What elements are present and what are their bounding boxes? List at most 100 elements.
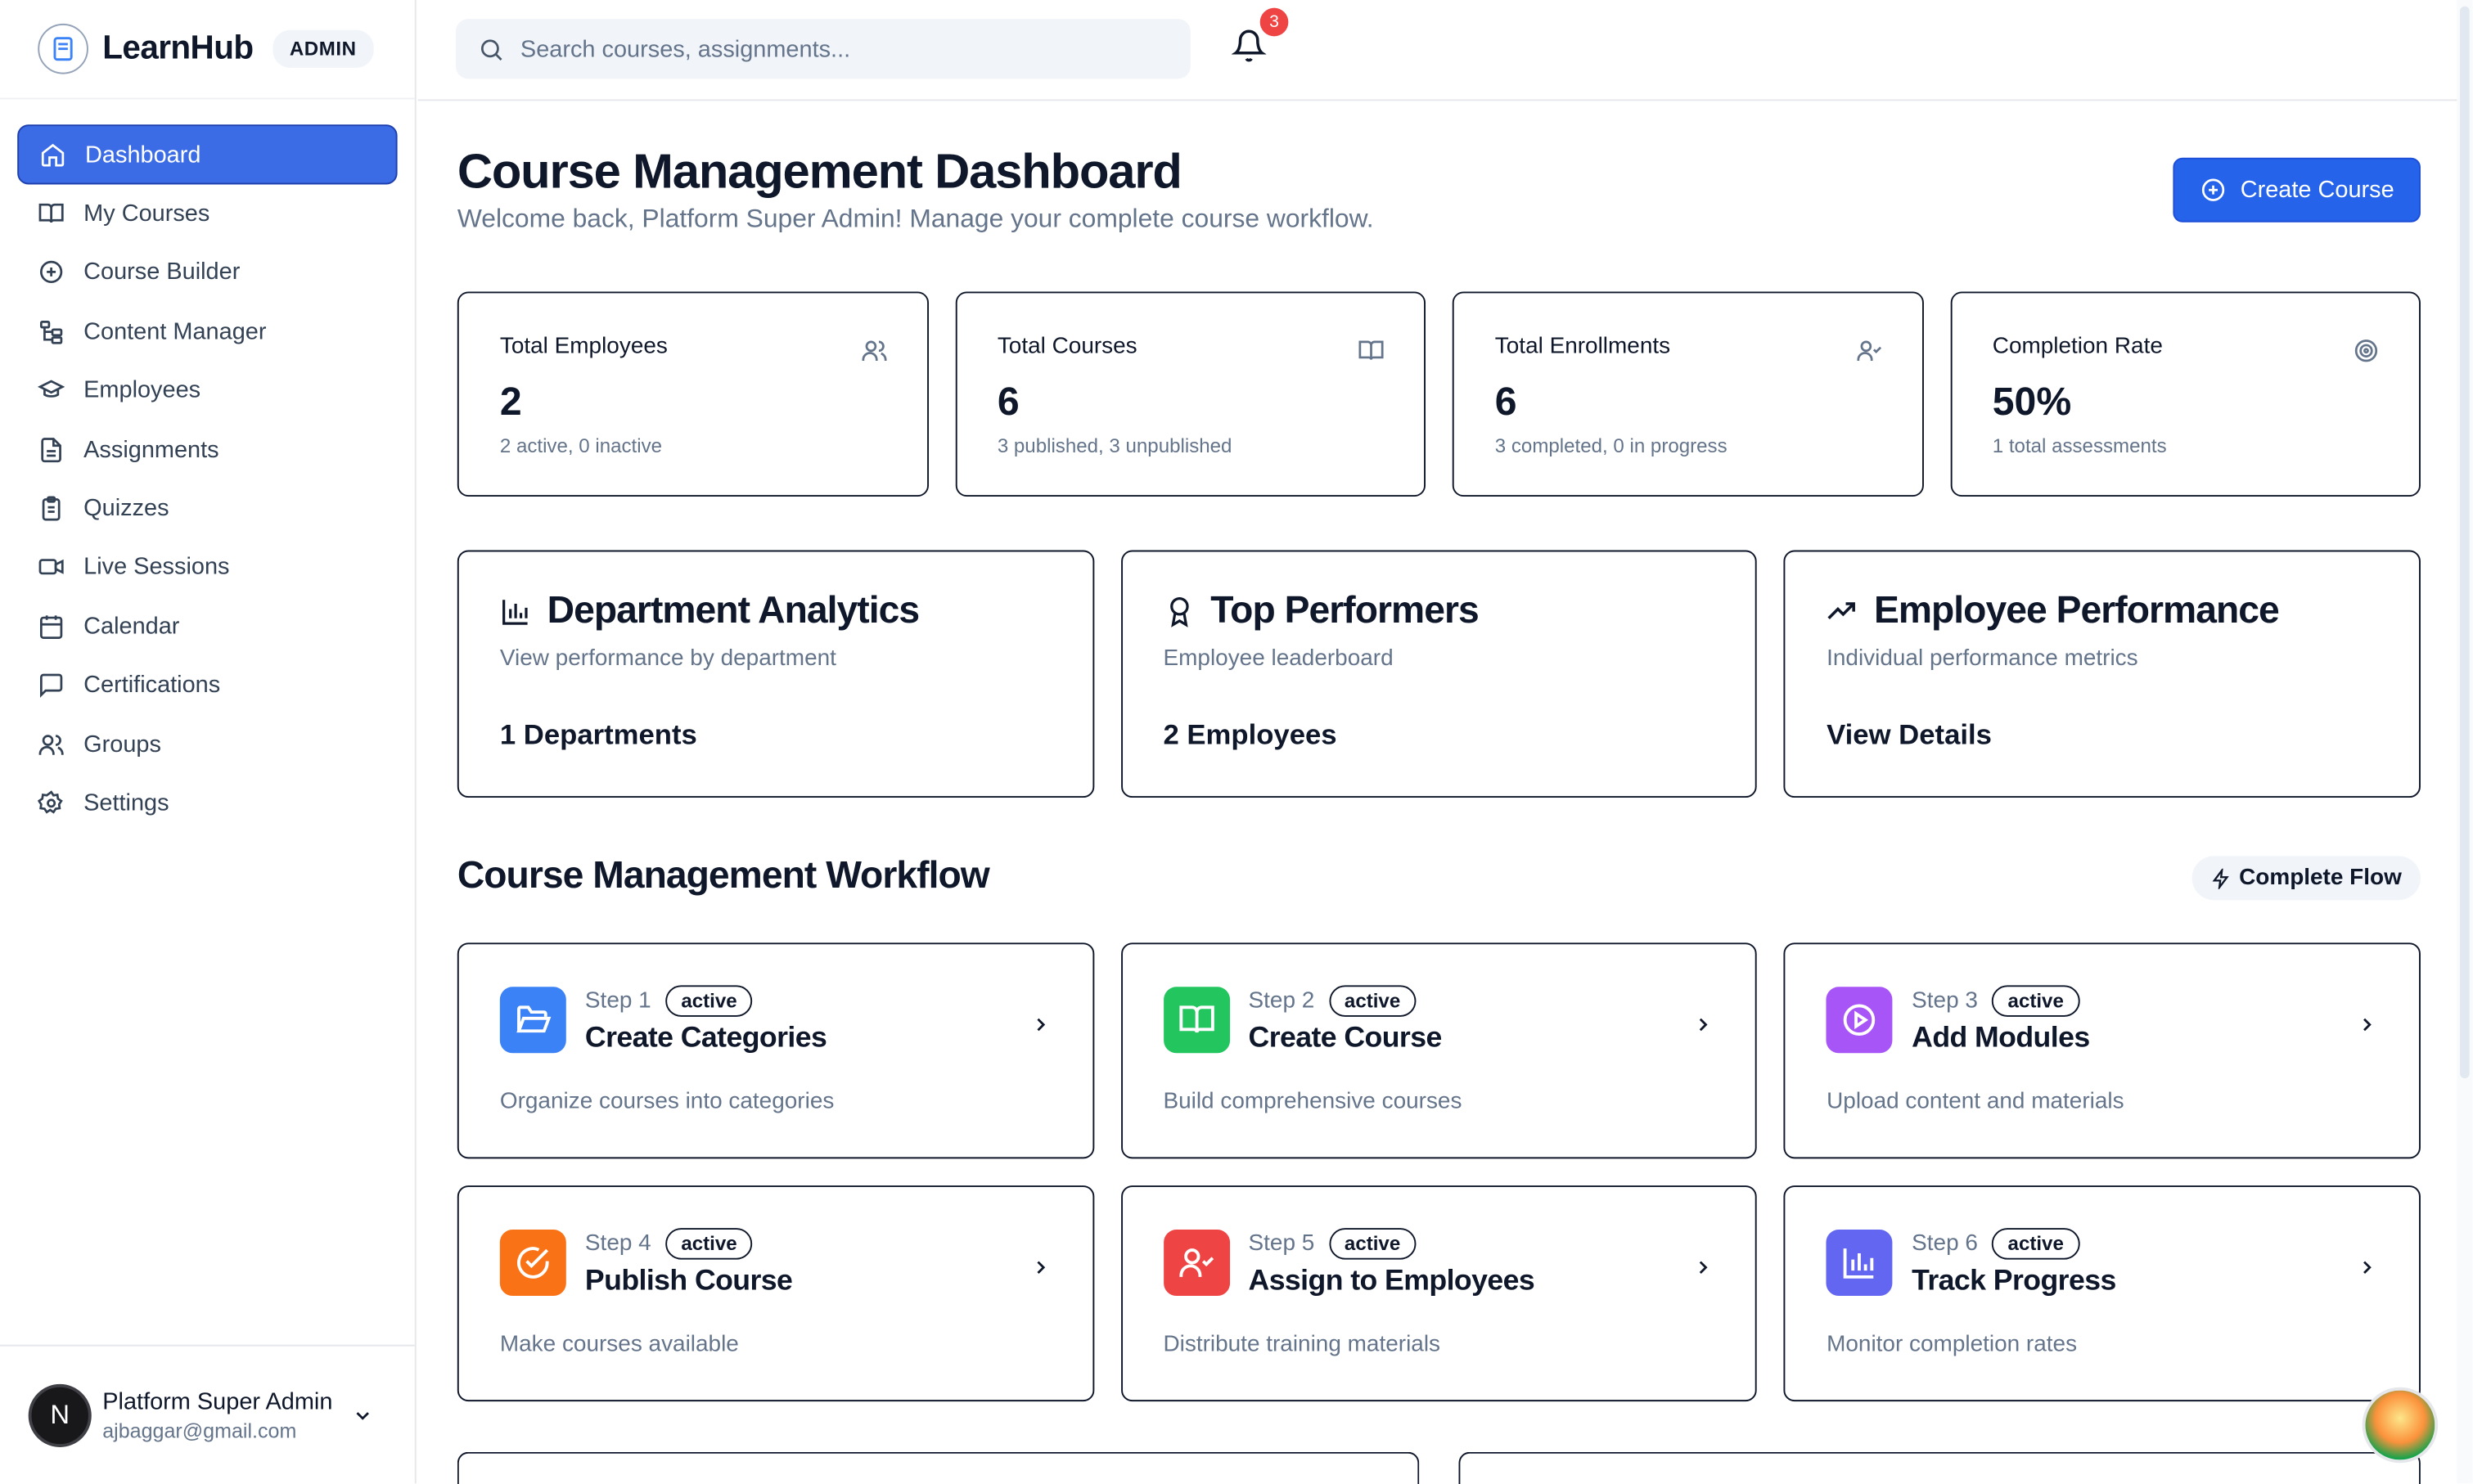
- card-title: Employee Performance: [1873, 589, 2280, 632]
- sidebar-item-settings[interactable]: Settings: [17, 773, 397, 833]
- chevron-right-icon[interactable]: [1029, 1014, 1052, 1036]
- step-description: Monitor completion rates: [1827, 1332, 2078, 1358]
- workflow-step-publish-course[interactable]: Step 4 active Publish Course Make courses…: [457, 1185, 1094, 1402]
- user-check-icon: [1856, 340, 1881, 362]
- trending-up-icon: [1828, 602, 1856, 619]
- gear-icon: [38, 790, 63, 814]
- card-subtitle: View performance by department: [499, 646, 836, 672]
- workflow-steps: Step 1 active Create Categories Organize …: [457, 942, 2421, 1402]
- sidebar-item-calendar[interactable]: Calendar: [17, 596, 397, 656]
- top-performers-card[interactable]: Top Performers Employee leaderboard 2 Em…: [1120, 550, 1758, 798]
- sidebar-item-live-sessions[interactable]: Live Sessions: [17, 537, 397, 597]
- page-subtitle: Welcome back, Platform Super Admin! Mana…: [457, 205, 1374, 234]
- stat-card-total-employees: Total Employees 2 2 active, 0 inactive: [457, 291, 929, 497]
- book-open-icon: [1358, 340, 1384, 360]
- sidebar-item-dashboard[interactable]: Dashboard: [17, 124, 398, 185]
- stat-subtext: 3 completed, 0 in progress: [1494, 434, 1727, 457]
- department-analytics-card[interactable]: Department Analytics View performance by…: [457, 550, 1094, 798]
- complete-flow-label: Complete Flow: [2239, 865, 2402, 891]
- sidebar-item-certifications[interactable]: Certifications: [17, 655, 397, 715]
- step-description: Build comprehensive courses: [1163, 1089, 1462, 1115]
- view-details-link[interactable]: View Details: [1827, 719, 2378, 752]
- step-number: Step 2: [1248, 988, 1315, 1014]
- scrollbar-thumb[interactable]: [2460, 6, 2470, 1079]
- sidebar-item-label: Settings: [83, 789, 169, 817]
- sidebar-item-employees[interactable]: Employees: [17, 361, 397, 420]
- card-title: Department Analytics: [547, 589, 920, 632]
- bar-chart-icon: [1827, 1230, 1894, 1296]
- step-number: Step 1: [584, 988, 651, 1014]
- admin-badge: ADMIN: [272, 29, 374, 68]
- sidebar-item-content-manager[interactable]: Content Manager: [17, 301, 397, 361]
- book-open-icon: [1163, 987, 1230, 1054]
- floating-assistant-button[interactable]: [2362, 1387, 2439, 1464]
- workflow-step-track-progress[interactable]: Step 6 active Track Progress Monitor comp…: [1784, 1185, 2421, 1402]
- step-number: Step 5: [1248, 1230, 1315, 1257]
- sidebar-item-label: Groups: [83, 731, 161, 758]
- workflow-step-add-modules[interactable]: Step 3 active Add Modules Upload content …: [1784, 942, 2421, 1159]
- stat-subtext: 1 total assessments: [1992, 434, 2167, 457]
- scrollbar[interactable]: [2457, 0, 2473, 1484]
- chevron-down-icon[interactable]: [352, 1404, 374, 1426]
- file-text-icon: [41, 437, 61, 462]
- clipboard-icon: [42, 496, 61, 521]
- chevron-right-icon[interactable]: [1692, 1014, 1714, 1036]
- folder-tree-icon: [39, 320, 63, 344]
- step-name: Publish Course: [584, 1262, 793, 1296]
- sidebar-item-label: Employees: [83, 376, 201, 404]
- bar-chart-icon: [502, 600, 528, 625]
- search-input[interactable]: [520, 35, 1151, 63]
- sidebar: LearnHub ADMIN Dashboard My Courses Cour…: [0, 0, 417, 1484]
- sidebar-item-label: Assignments: [83, 435, 219, 463]
- chevron-right-icon[interactable]: [1029, 1257, 1052, 1279]
- workflow-step-create-categories[interactable]: Step 1 active Create Categories Organize …: [457, 942, 1094, 1159]
- step-name: Add Modules: [1912, 1019, 2090, 1054]
- step-name: Create Categories: [584, 1019, 827, 1054]
- avatar[interactable]: N: [28, 1383, 92, 1447]
- learnhub-logo-icon[interactable]: [38, 23, 88, 74]
- search-icon: [480, 38, 502, 60]
- stat-value: 6: [1494, 380, 1517, 425]
- user-name: Platform Super Admin: [102, 1387, 333, 1415]
- sidebar-item-my-courses[interactable]: My Courses: [17, 183, 397, 243]
- plus-circle-icon: [39, 261, 63, 284]
- step-description: Make courses available: [499, 1332, 739, 1358]
- video-icon: [38, 559, 64, 575]
- workflow-step-create-course[interactable]: Step 2 active Create Course Build compreh…: [1120, 942, 1758, 1159]
- sidebar-item-course-builder[interactable]: Course Builder: [17, 242, 397, 302]
- brand-name[interactable]: LearnHub: [102, 30, 254, 68]
- stat-value: 2: [499, 380, 522, 425]
- graduation-cap-icon: [38, 380, 65, 398]
- chevron-right-icon[interactable]: [1692, 1257, 1714, 1279]
- bottom-card-right: [1458, 1451, 2421, 1484]
- home-icon: [41, 142, 65, 166]
- user-menu[interactable]: N Platform Super Admin ajbaggar@gmail.co…: [0, 1344, 415, 1484]
- step-description: Distribute training materials: [1163, 1332, 1441, 1358]
- workflow-title: Course Management Workflow: [457, 854, 990, 897]
- step-number: Step 4: [584, 1230, 651, 1257]
- stat-label: Total Employees: [499, 334, 668, 360]
- bell-icon[interactable]: [1231, 29, 1267, 63]
- employee-performance-card[interactable]: Employee Performance Individual performa…: [1784, 550, 2421, 798]
- page-title: Course Management Dashboard: [457, 143, 1182, 199]
- sidebar-item-label: Calendar: [83, 613, 180, 640]
- sidebar-item-assignments[interactable]: Assignments: [17, 420, 397, 479]
- plus-circle-icon: [2201, 178, 2224, 201]
- create-course-button[interactable]: Create Course: [2173, 157, 2421, 223]
- sidebar-item-groups[interactable]: Groups: [17, 714, 397, 774]
- stat-value: 6: [997, 380, 1020, 425]
- stat-value: 50%: [1992, 380, 2072, 425]
- search-bar[interactable]: [455, 19, 1191, 79]
- complete-flow-badge[interactable]: Complete Flow: [2191, 856, 2421, 901]
- sidebar-item-label: My Courses: [83, 200, 210, 227]
- sidebar-item-quizzes[interactable]: Quizzes: [17, 479, 397, 538]
- chevron-right-icon[interactable]: [2356, 1257, 2378, 1279]
- sidebar-item-label: Content Manager: [83, 317, 267, 345]
- chevron-right-icon[interactable]: [2356, 1014, 2378, 1036]
- stat-card-total-courses: Total Courses 6 3 published, 3 unpublish…: [954, 291, 1426, 497]
- status-badge: active: [1328, 1228, 1417, 1260]
- sidebar-nav: Dashboard My Courses Course Builder Cont…: [0, 99, 415, 857]
- workflow-step-assign-to-employees[interactable]: Step 5 active Assign to Employees Distrib…: [1120, 1185, 1758, 1402]
- analytics-row: Department Analytics View performance by…: [457, 550, 2421, 798]
- users-icon: [861, 340, 886, 362]
